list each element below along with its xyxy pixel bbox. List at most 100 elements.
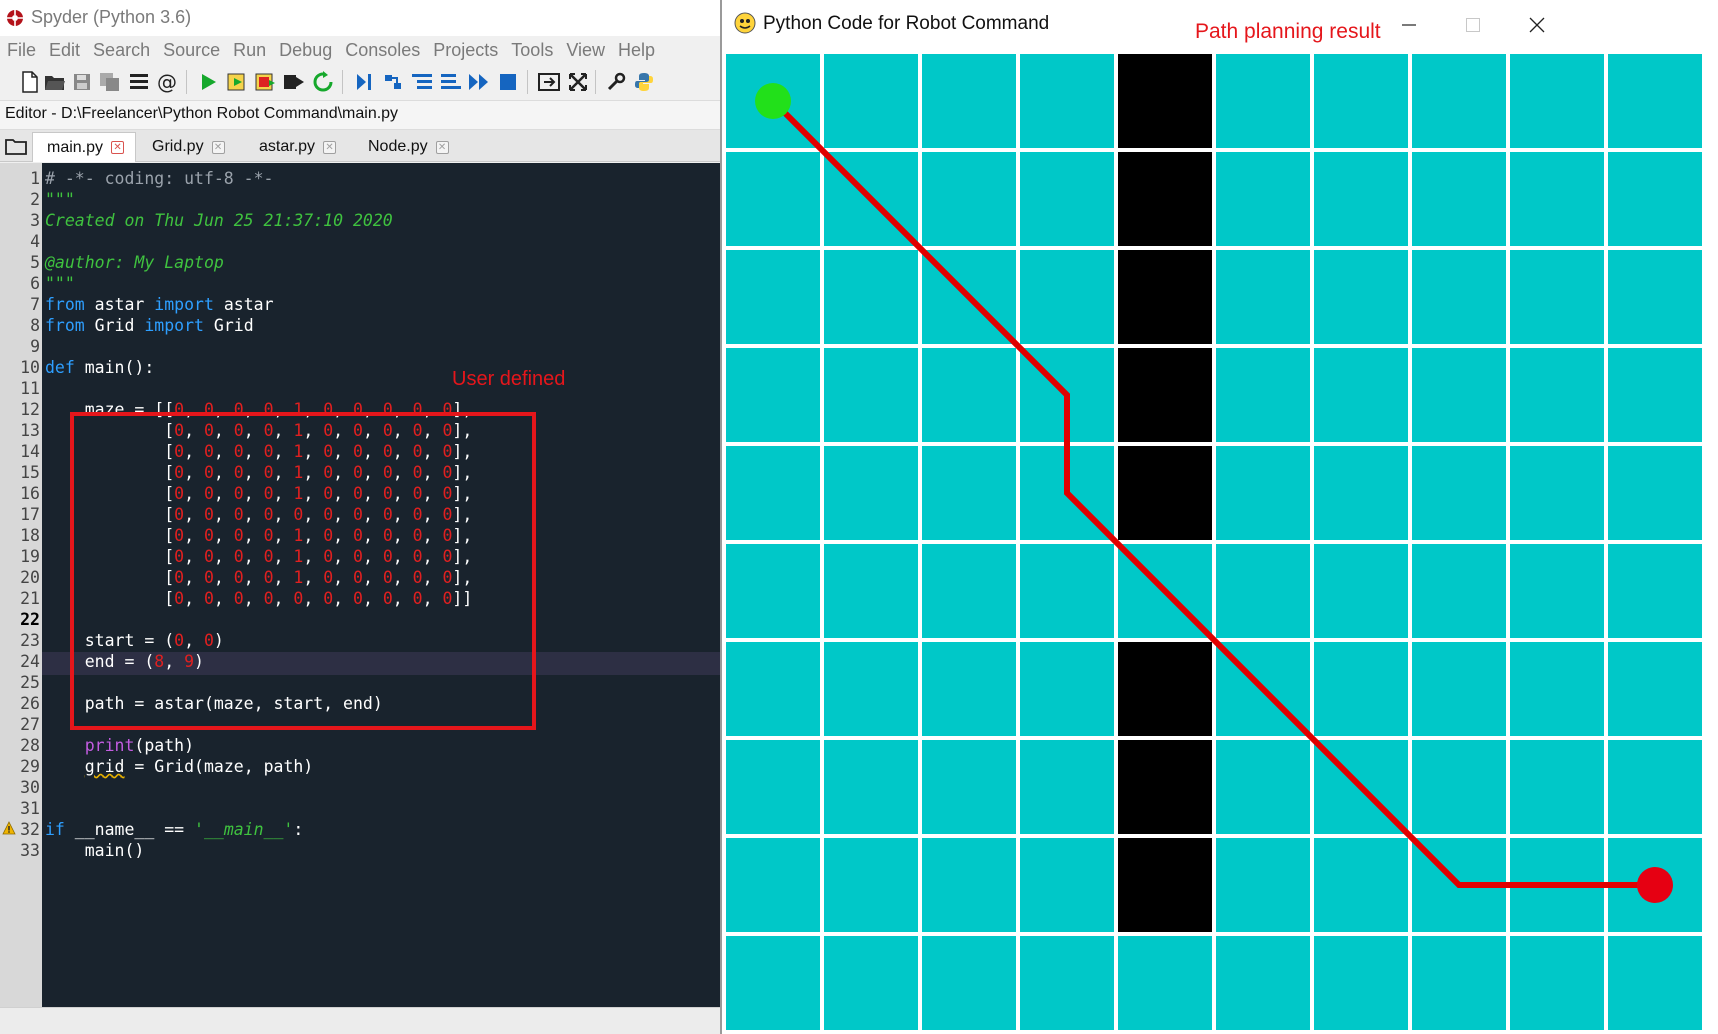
menu-file[interactable]: File: [7, 38, 36, 64]
close-tab-icon[interactable]: ✕: [435, 140, 449, 154]
grid-cell-wall: [1118, 642, 1212, 736]
menu-projects[interactable]: Projects: [433, 38, 498, 64]
close-tab-icon[interactable]: ✕: [111, 141, 125, 154]
code-line[interactable]: 4: [0, 230, 720, 253]
close-tab-icon[interactable]: ✕: [211, 140, 225, 154]
code-text: grid = Grid(maze, path): [84, 757, 314, 776]
line-number: 4: [30, 232, 40, 251]
tab-node-py[interactable]: Node.py ✕: [354, 132, 466, 162]
grid-cell-free: [824, 348, 918, 442]
code-line[interactable]: 29 grid = Grid(maze, path): [0, 755, 720, 778]
close-tab-icon[interactable]: ✕: [323, 140, 337, 154]
code-line[interactable]: 1 # -*- coding: utf-8 -*-: [0, 167, 720, 190]
editor-tab-bar: main.py ✕ Grid.py ✕ astar.py ✕ Node.py ✕: [0, 130, 720, 162]
spyder-logo-icon: [7, 10, 23, 26]
menu-view[interactable]: View: [566, 38, 605, 64]
wrench-icon[interactable]: [604, 70, 628, 94]
code-line[interactable]: 2 """: [0, 188, 720, 211]
code-line[interactable]: 30: [0, 776, 720, 799]
tab-main-py[interactable]: main.py ✕: [32, 132, 136, 162]
run-selection-icon[interactable]: [282, 70, 306, 94]
grid-cell-free: [1216, 936, 1310, 1030]
line-number: 3: [30, 211, 40, 230]
maximize-pane-icon[interactable]: [537, 70, 561, 94]
menu-edit[interactable]: Edit: [49, 38, 80, 64]
code-line[interactable]: 3 Created on Thu Jun 25 21:37:10 2020: [0, 209, 720, 232]
grid-cell-free: [1020, 250, 1114, 344]
grid-cell-free: [922, 54, 1016, 148]
code-line[interactable]: 31: [0, 797, 720, 820]
grid-cell-free: [1510, 740, 1604, 834]
open-file-icon[interactable]: [43, 70, 67, 94]
menu-consoles[interactable]: Consoles: [345, 38, 420, 64]
code-line[interactable]: 7 from astar import astar: [0, 293, 720, 316]
toolbar-separator: [186, 70, 187, 94]
grid-cell-wall: [1118, 152, 1212, 246]
grid-cell-wall: [1118, 250, 1212, 344]
menu-source[interactable]: Source: [163, 38, 220, 64]
code-line[interactable]: 6 """: [0, 272, 720, 295]
code-line[interactable]: 11: [0, 377, 720, 400]
menu-search[interactable]: Search: [93, 38, 150, 64]
line-number: 1: [30, 169, 40, 188]
menu-tools[interactable]: Tools: [511, 38, 553, 64]
stop-debug-icon[interactable]: [496, 70, 520, 94]
warning-icon[interactable]: [2, 821, 16, 835]
code-line[interactable]: 32 if __name__ == '__main__':: [0, 818, 720, 841]
continue-icon[interactable]: [467, 70, 491, 94]
menu-debug[interactable]: Debug: [279, 38, 332, 64]
code-editor[interactable]: 1 # -*- coding: utf-8 -*- 2 """ 3 Created on …: [0, 163, 720, 1007]
email-at-icon[interactable]: @: [155, 70, 179, 94]
toolbar-separator: [342, 70, 343, 94]
run-cell-icon[interactable]: [225, 70, 249, 94]
python-path-icon[interactable]: [632, 70, 656, 94]
run-cell-advance-icon[interactable]: [253, 70, 277, 94]
browse-tabs-icon[interactable]: [127, 70, 151, 94]
start-marker: [755, 83, 791, 119]
rerun-icon[interactable]: [311, 70, 335, 94]
save-file-icon[interactable]: [70, 70, 94, 94]
grid-cell-free: [1020, 642, 1114, 736]
tab-label: astar.py: [259, 138, 316, 155]
close-button[interactable]: [1522, 10, 1552, 40]
run-icon[interactable]: [196, 70, 220, 94]
debug-icon[interactable]: [352, 70, 376, 94]
code-text: """: [45, 190, 75, 209]
grid-cell-free: [1608, 740, 1702, 834]
grid-cell-free: [922, 544, 1016, 638]
menu-run[interactable]: Run: [233, 38, 266, 64]
minimize-button[interactable]: [1394, 10, 1424, 40]
code-line[interactable]: 10 def main():: [0, 356, 720, 379]
step-into-icon[interactable]: [410, 70, 434, 94]
code-line[interactable]: 28 print(path): [0, 734, 720, 757]
minimize-icon: [1402, 24, 1416, 26]
fullscreen-icon[interactable]: [566, 70, 590, 94]
line-number: 22: [20, 610, 40, 629]
menu-help[interactable]: Help: [618, 38, 655, 64]
line-number: 10: [20, 358, 40, 377]
code-line[interactable]: 9: [0, 335, 720, 358]
editor-path: Editor - D:\Freelancer\Python Robot Comm…: [5, 105, 399, 122]
code-line[interactable]: 33 main(): [0, 839, 720, 862]
maximize-button[interactable]: [1458, 10, 1488, 40]
step-return-icon[interactable]: [439, 70, 463, 94]
line-number: 9: [30, 337, 40, 356]
save-all-icon[interactable]: [98, 70, 122, 94]
grid-cell-free: [726, 838, 820, 932]
grid-cell-free: [1020, 54, 1114, 148]
code-line[interactable]: 8 from Grid import Grid: [0, 314, 720, 337]
line-number: 16: [20, 484, 40, 503]
new-file-icon[interactable]: [18, 70, 42, 94]
browse-tabs-folder-icon[interactable]: [4, 136, 28, 156]
grid-cell-free: [1510, 152, 1604, 246]
tab-grid-py[interactable]: Grid.py ✕: [138, 132, 243, 162]
grid-cell-free: [1118, 936, 1212, 1030]
grid-cell-free: [922, 740, 1016, 834]
tab-astar-py[interactable]: astar.py ✕: [245, 132, 352, 162]
status-bar: [0, 1007, 720, 1034]
code-line[interactable]: 5 @author: My Laptop: [0, 251, 720, 274]
toolbar: @: [0, 66, 720, 98]
step-icon[interactable]: [381, 70, 405, 94]
grid-cell-free: [824, 446, 918, 540]
grid-cell-free: [922, 348, 1016, 442]
